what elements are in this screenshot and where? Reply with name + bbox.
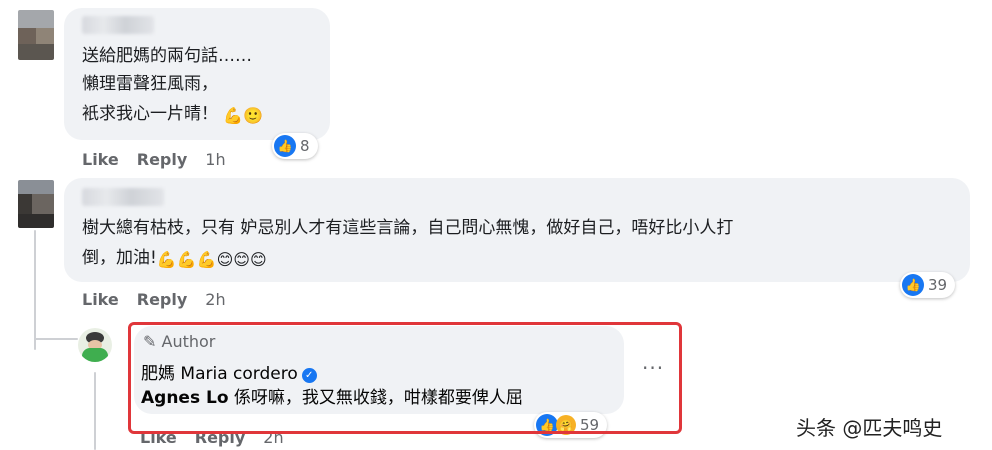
comment-line-with-emoji: 倒，加油!💪💪💪😊😊😊: [82, 244, 267, 272]
comment-line: 送給肥媽的兩句話……: [82, 46, 252, 66]
reaction-count: 39: [928, 276, 948, 294]
like-reaction-icon: 👍: [902, 274, 924, 296]
comment-line: 懶理雷聲狂風雨，: [82, 74, 218, 94]
flexed-biceps-emoji: 💪: [156, 250, 177, 269]
watermark: 头条 @匹夫鸣史: [796, 416, 943, 440]
flexed-biceps-emoji: 💪: [176, 250, 197, 269]
timestamp[interactable]: 2h: [205, 290, 225, 309]
flexed-biceps-emoji: 💪: [223, 106, 244, 125]
like-link[interactable]: Like: [82, 290, 119, 309]
reply-thread-line: [94, 372, 96, 450]
comment-bubble: 樹大總有枯枝，只有 妒忌別人才有這些言論，自己問心無愧，做好自己，唔好比小人打 …: [64, 178, 970, 282]
reply-link[interactable]: Reply: [137, 290, 188, 309]
smile-emoji: 😊: [249, 250, 267, 269]
timestamp[interactable]: 1h: [205, 150, 225, 169]
reaction-badge[interactable]: 👍 39: [900, 272, 956, 298]
reply-link[interactable]: Reply: [137, 150, 188, 169]
comment-line-with-emoji: 衹求我心一片晴！ 💪🙂: [82, 100, 263, 128]
comment-text: 衹求我心一片晴！: [82, 104, 218, 124]
like-reaction-icon: 👍: [274, 135, 296, 157]
smile-emoji: 😊: [216, 250, 234, 269]
comment-line: 樹大總有枯枝，只有 妒忌別人才有這些言論，自己問心無愧，做好自己，唔好比小人打: [82, 218, 734, 238]
author-avatar[interactable]: [78, 328, 112, 362]
smile-emoji: 🙂: [243, 106, 264, 125]
avatar[interactable]: [18, 180, 54, 228]
like-link[interactable]: Like: [82, 150, 119, 169]
commenter-name-blurred[interactable]: [82, 16, 154, 34]
avatar[interactable]: [18, 10, 54, 60]
highlight-frame: [128, 322, 682, 434]
commenter-name-blurred[interactable]: [82, 188, 164, 206]
flexed-biceps-emoji: 💪: [196, 250, 217, 269]
reaction-badge[interactable]: 👍 8: [272, 133, 318, 159]
comment-actions: Like Reply 2h: [82, 290, 244, 309]
reaction-count: 8: [300, 137, 310, 155]
comment-actions: Like Reply 1h: [82, 150, 244, 169]
comment-bubble: 送給肥媽的兩句話…… 懶理雷聲狂風雨， 衹求我心一片晴！ 💪🙂: [64, 8, 330, 140]
smile-emoji: 😊: [233, 250, 250, 269]
thread-connector: [34, 338, 78, 340]
comment-text: 倒，加油!: [82, 248, 157, 268]
thread-line: [34, 230, 36, 350]
